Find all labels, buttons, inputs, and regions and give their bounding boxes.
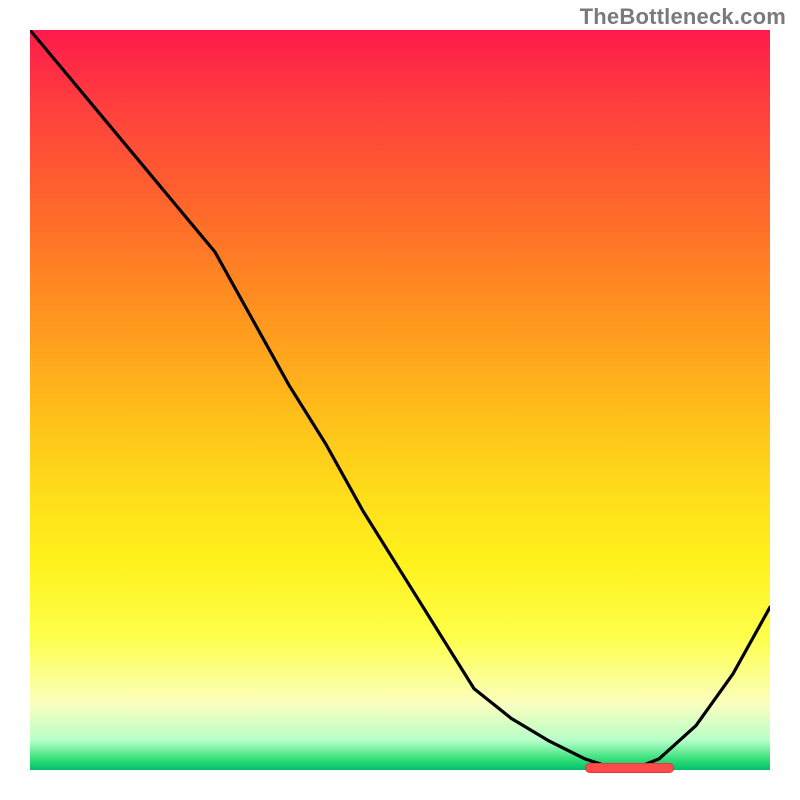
plot-area	[30, 30, 770, 770]
attribution-text: TheBottleneck.com	[580, 4, 786, 30]
chart-container: TheBottleneck.com	[0, 0, 800, 800]
data-curve	[30, 30, 770, 768]
minimum-marker	[585, 763, 674, 773]
line-chart	[30, 30, 770, 770]
